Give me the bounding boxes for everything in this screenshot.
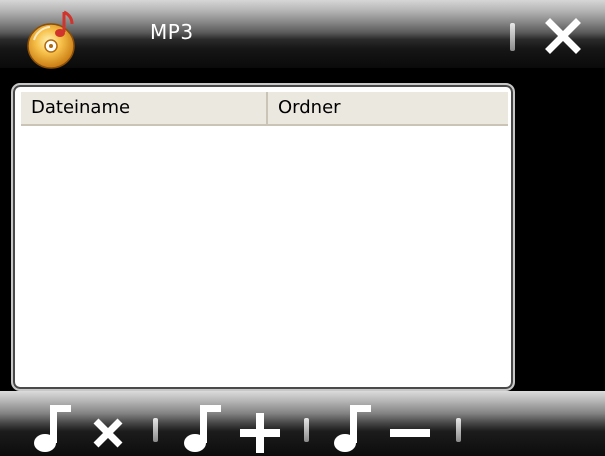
bottom-toolbar <box>0 391 605 456</box>
window-title: MP3 <box>150 20 194 44</box>
clear-playlist-button[interactable] <box>30 399 142 455</box>
title-separator <box>510 23 515 51</box>
add-track-button[interactable] <box>180 399 292 455</box>
title-bar: MP3 <box>0 0 605 69</box>
note-minus-icon <box>334 405 430 452</box>
file-list[interactable] <box>21 126 508 376</box>
list-header: Dateiname Ordner <box>21 92 508 126</box>
toolbar-separator <box>153 418 158 442</box>
close-icon <box>545 18 581 54</box>
note-plus-icon <box>184 405 280 453</box>
column-header-folder[interactable]: Ordner <box>268 92 508 124</box>
music-disc-icon <box>20 6 86 72</box>
toolbar-separator <box>304 418 309 442</box>
toolbar-separator <box>456 418 461 442</box>
file-list-panel: Dateiname Ordner <box>11 83 515 391</box>
remove-track-button[interactable] <box>330 399 442 455</box>
close-button[interactable] <box>540 16 586 58</box>
column-header-filename[interactable]: Dateiname <box>21 92 268 124</box>
note-x-icon <box>34 405 123 452</box>
